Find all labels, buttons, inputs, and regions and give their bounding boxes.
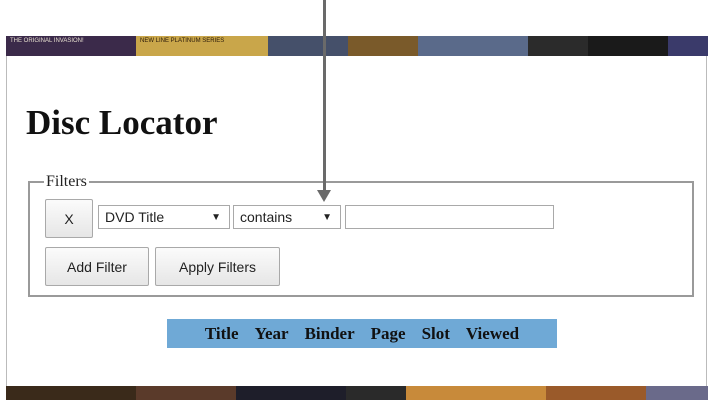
- banner-cover: [546, 386, 646, 400]
- banner-cover: [348, 36, 418, 56]
- column-header-title[interactable]: Title: [205, 324, 239, 344]
- apply-filters-button[interactable]: Apply Filters: [155, 247, 280, 286]
- annotation-arrow-head-icon: [317, 190, 331, 202]
- column-header-page[interactable]: Page: [371, 324, 406, 344]
- banner-cover: [268, 36, 348, 56]
- dropdown-arrow-icon: ▼: [322, 212, 332, 223]
- page-border-left: [6, 56, 7, 386]
- banner-cover: [136, 386, 236, 400]
- banner-cover: [646, 386, 708, 400]
- column-header-year[interactable]: Year: [255, 324, 289, 344]
- banner-cover-text: THE ORIGINAL INVASION!: [10, 38, 84, 44]
- column-header-binder[interactable]: Binder: [305, 324, 355, 344]
- dropdown-arrow-icon: ▼: [211, 212, 221, 223]
- remove-filter-button[interactable]: X: [45, 199, 93, 238]
- filters-legend: Filters: [46, 173, 87, 190]
- banner-cover: [668, 36, 708, 56]
- page-border-right: [706, 56, 707, 386]
- banner-cover: THE ORIGINAL INVASION!: [6, 36, 136, 56]
- filter-field-select[interactable]: DVD Title ▼: [98, 205, 230, 229]
- banner-cover: [6, 386, 136, 400]
- banner-cover-text: NEW LINE PLATINUM SERIES: [140, 38, 225, 44]
- filter-value-input[interactable]: [345, 205, 554, 229]
- page-title: Disc Locator: [26, 103, 218, 142]
- results-table-header: Title Year Binder Page Slot Viewed: [167, 319, 557, 348]
- annotation-arrow-line: [323, 0, 326, 192]
- cover-banner-bottom: [6, 386, 708, 400]
- banner-cover: [588, 36, 668, 56]
- filter-operator-select[interactable]: contains ▼: [233, 205, 341, 229]
- banner-cover: [528, 36, 588, 56]
- filter-operator-value: contains: [240, 209, 293, 225]
- column-header-slot[interactable]: Slot: [422, 324, 450, 344]
- cover-banner-top: THE ORIGINAL INVASION! NEW LINE PLATINUM…: [6, 36, 708, 56]
- banner-cover: [418, 36, 528, 56]
- banner-cover: NEW LINE PLATINUM SERIES: [136, 36, 268, 56]
- banner-cover: [406, 386, 546, 400]
- add-filter-button[interactable]: Add Filter: [45, 247, 149, 286]
- column-header-viewed[interactable]: Viewed: [466, 324, 519, 344]
- filter-field-value: DVD Title: [105, 209, 165, 225]
- banner-cover: [236, 386, 346, 400]
- banner-cover: [346, 386, 406, 400]
